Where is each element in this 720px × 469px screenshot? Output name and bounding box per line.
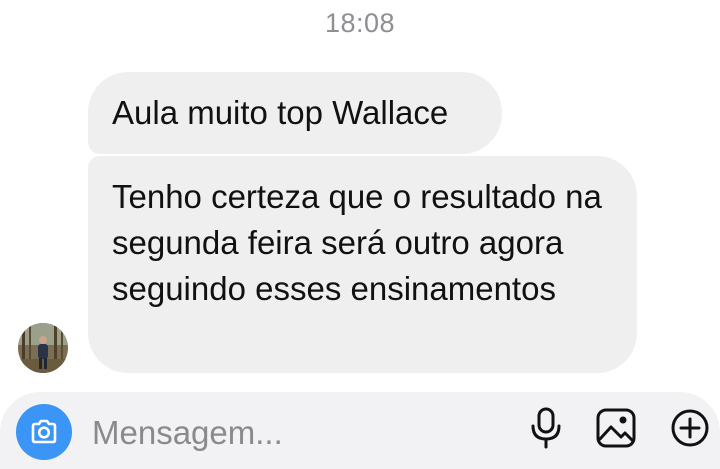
received-message-bubble[interactable]: Aula muito top Wallace [88, 72, 502, 154]
add-button[interactable] [668, 406, 712, 450]
camera-icon [31, 419, 57, 444]
image-gallery-icon [596, 408, 636, 448]
message-timestamp: 18:08 [324, 8, 396, 38]
avatar-photo [18, 323, 68, 373]
received-message-bubble[interactable]: Tenho certeza que o resultado na segunda… [88, 156, 637, 373]
message-input[interactable] [92, 410, 502, 456]
microphone-icon [531, 407, 561, 449]
gallery-button[interactable] [594, 406, 638, 450]
microphone-button[interactable] [524, 406, 568, 450]
plus-circle-icon [671, 409, 709, 447]
camera-button[interactable] [16, 404, 72, 460]
sender-avatar[interactable] [18, 323, 68, 373]
